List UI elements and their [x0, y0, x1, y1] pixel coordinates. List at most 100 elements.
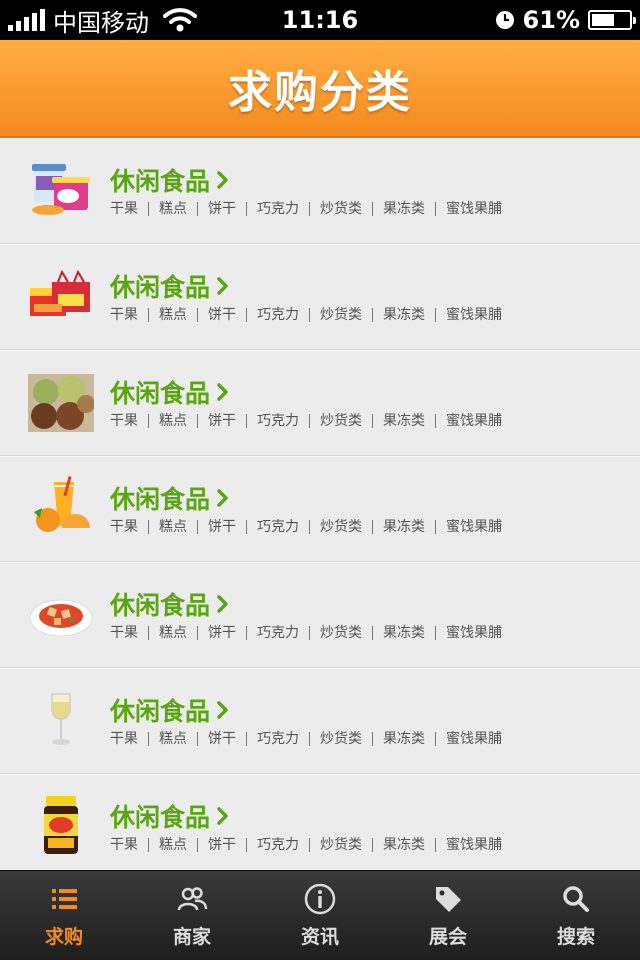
tab-label: 搜索 [556, 926, 595, 948]
subcategory-tags: 干果 糕点 饼干 巧克力 炒货类 果冻类 蜜饯果脯 [110, 626, 512, 640]
subcategory-tag[interactable]: 饼干 [197, 732, 246, 746]
category-item[interactable]: 休闲食品干果 糕点 饼干 巧克力 炒货类 果冻类 蜜饯果脯 [0, 456, 640, 562]
search-icon [563, 886, 589, 912]
subcategory-tag[interactable]: 蜜饯果脯 [435, 520, 512, 534]
tag-icon [436, 887, 461, 912]
subcategory-tag[interactable]: 干果 [110, 308, 148, 322]
subcategory-tag[interactable]: 果冻类 [372, 520, 435, 534]
subcategory-tag[interactable]: 炒货类 [309, 732, 372, 746]
category-title: 休闲食品 [110, 167, 211, 196]
subcategory-tag[interactable]: 蜜饯果脯 [435, 414, 512, 428]
subcategory-tag[interactable]: 炒货类 [309, 414, 372, 428]
tab-label: 商家 [172, 926, 211, 948]
tab-search[interactable]: 搜索 [512, 871, 640, 960]
subcategory-tag[interactable]: 糕点 [148, 838, 197, 852]
subcategory-tag[interactable]: 巧克力 [246, 732, 309, 746]
subcategory-tag[interactable]: 巧克力 [246, 838, 309, 852]
subcategory-tag[interactable]: 蜜饯果脯 [435, 202, 512, 216]
subcategory-tag[interactable]: 糕点 [148, 732, 197, 746]
subcategory-tag[interactable]: 果冻类 [372, 414, 435, 428]
subcategory-tag[interactable]: 糕点 [148, 626, 197, 640]
subcategory-tag[interactable]: 干果 [110, 626, 148, 640]
category-item[interactable]: 休闲食品干果 糕点 饼干 巧克力 炒货类 果冻类 蜜饯果脯 [0, 562, 640, 668]
subcategory-tag[interactable]: 饼干 [197, 202, 246, 216]
subcategory-tag[interactable]: 糕点 [148, 520, 197, 534]
tab-qiugou[interactable]: 求购 [0, 871, 128, 960]
subcategory-tag[interactable]: 果冻类 [372, 202, 435, 216]
subcategory-tag[interactable]: 糕点 [148, 308, 197, 322]
subcategory-tag[interactable]: 巧克力 [246, 202, 309, 216]
subcategory-tag[interactable]: 干果 [110, 838, 148, 852]
subcategory-tag[interactable]: 炒货类 [309, 308, 372, 322]
category-item[interactable]: 休闲食品干果 糕点 饼干 巧克力 炒货类 果冻类 蜜饯果脯 [0, 350, 640, 456]
subcategory-tag[interactable]: 饼干 [197, 838, 246, 852]
subcategory-tag[interactable]: 饼干 [197, 520, 246, 534]
category-title-link[interactable]: 休闲食品 [110, 692, 230, 728]
subcategory-tag[interactable]: 干果 [110, 414, 148, 428]
status-left: 中国移动 [8, 0, 197, 40]
category-item[interactable]: 休闲食品干果 糕点 饼干 巧克力 炒货类 果冻类 蜜饯果脯 [0, 668, 640, 774]
tab-exhibitions[interactable]: 展会 [384, 871, 512, 960]
category-title-link[interactable]: 休闲食品 [110, 586, 230, 622]
category-title-link[interactable]: 休闲食品 [110, 374, 230, 410]
subcategory-tags: 干果 糕点 饼干 巧克力 炒货类 果冻类 蜜饯果脯 [110, 520, 512, 534]
list-icon [52, 889, 77, 909]
subcategory-tags: 干果 糕点 饼干 巧克力 炒货类 果冻类 蜜饯果脯 [110, 202, 512, 216]
subcategory-tag[interactable]: 饼干 [197, 626, 246, 640]
subcategory-tag[interactable]: 糕点 [148, 414, 197, 428]
chevron-right-icon [217, 489, 228, 507]
tab-merchants[interactable]: 商家 [128, 871, 256, 960]
tab-label: 求购 [44, 926, 83, 948]
chevron-right-icon [217, 595, 228, 613]
subcategory-tag[interactable]: 果冻类 [372, 626, 435, 640]
category-title: 休闲食品 [110, 379, 211, 408]
tab-label: 展会 [428, 926, 467, 948]
category-title: 休闲食品 [110, 485, 211, 514]
wifi-icon [163, 8, 197, 32]
subcategory-tag[interactable]: 饼干 [197, 414, 246, 428]
subcategory-tag[interactable]: 巧克力 [246, 520, 309, 534]
category-title-link[interactable]: 休闲食品 [110, 162, 230, 198]
subcategory-tag[interactable]: 巧克力 [246, 626, 309, 640]
battery-percent: 61% [522, 6, 580, 34]
snack-cups-image [32, 164, 90, 215]
subcategory-tag[interactable]: 果冻类 [372, 838, 435, 852]
subcategory-tag[interactable]: 炒货类 [309, 838, 372, 852]
category-list: 休闲食品 干果 糕点 饼干 巧克力 炒货类 果冻类 蜜饯果脯 休闲食品 干果 糕点 饼干 巧克力 炒货类果… [0, 138, 640, 880]
tab-news[interactable]: 资讯 [256, 871, 384, 960]
tab-bar: 求购 商家 资讯 展会 搜索 [0, 870, 640, 960]
category-item[interactable]: 休闲食品干果 糕点 饼干 巧克力 炒货类 果冻类 蜜饯果脯 [0, 138, 640, 244]
subcategory-tags: 干果 糕点 饼干 巧克力 炒货类 果冻类 蜜饯果脯 [110, 308, 512, 322]
gift-boxes-image [30, 269, 90, 316]
subcategory-tag[interactable]: 蜜饯果脯 [435, 308, 512, 322]
signal-strength-icon [8, 9, 45, 31]
wine-glass-image [51, 693, 71, 745]
subcategory-tag[interactable]: 巧克力 [246, 308, 309, 322]
subcategory-tag[interactable]: 果冻类 [372, 732, 435, 746]
category-item[interactable]: 休闲食品干果 糕点 饼干 巧克力 炒货类 果冻类 蜜饯果脯 [0, 774, 640, 880]
pastries-image [28, 374, 94, 432]
subcategory-tag[interactable]: 巧克力 [246, 414, 309, 428]
subcategory-tag[interactable]: 炒货类 [309, 520, 372, 534]
subcategory-tag[interactable]: 糕点 [148, 202, 197, 216]
subcategory-tag[interactable]: 饼干 [197, 308, 246, 322]
category-title-link[interactable]: 休闲食品 [110, 268, 230, 304]
subcategory-tag[interactable]: 干果 [110, 520, 148, 534]
subcategory-tag[interactable]: 炒货类 [309, 626, 372, 640]
subcategory-tag[interactable]: 炒货类 [309, 202, 372, 216]
category-title-link[interactable]: 休闲食品 [110, 798, 230, 834]
category-title-link[interactable]: 休闲食品 [110, 480, 230, 516]
chevron-right-icon [217, 807, 228, 825]
subcategory-tags: 干果 糕点 饼干 巧克力 炒货类 果冻类 蜜饯果脯 [110, 838, 512, 852]
category-title: 休闲食品 [110, 273, 211, 302]
page-header: 求购分类 [0, 40, 640, 138]
category-item[interactable]: 休闲食品干果 糕点 饼干 巧克力 炒货类 果冻类 蜜饯果脯 [0, 244, 640, 350]
subcategory-tag[interactable]: 蜜饯果脯 [435, 732, 512, 746]
subcategory-tag[interactable]: 干果 [110, 732, 148, 746]
subcategory-tags: 干果 糕点 饼干 巧克力 炒货类 果冻类 蜜饯果脯 [110, 414, 512, 428]
subcategory-tag[interactable]: 干果 [110, 202, 148, 216]
subcategory-tag[interactable]: 蜜饯果脯 [435, 838, 512, 852]
subcategory-tag[interactable]: 蜜饯果脯 [435, 626, 512, 640]
subcategory-tag[interactable]: 果冻类 [372, 308, 435, 322]
chevron-right-icon [217, 383, 228, 401]
